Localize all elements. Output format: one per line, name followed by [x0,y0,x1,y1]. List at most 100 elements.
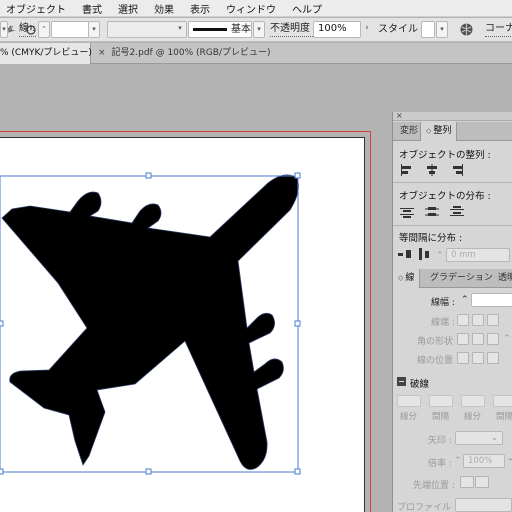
tab-align[interactable]: ◇ 整列 [420,122,458,141]
style-dropdown[interactable]: ▾ [436,21,448,38]
tab-active-label: % (CMYK/プレビュー) [0,48,92,58]
align-objects-title: オブジェクトの整列 : [399,150,491,161]
scale-label: 倍率 : [428,459,452,469]
brush-line [193,28,227,31]
chevron-icon: ◇ [426,127,432,135]
airplane-icon[interactable] [1,174,299,470]
stroke-weight-dropdown[interactable]: ▾ [88,21,100,38]
align-stroke-label: 線の位置 : [417,356,459,366]
align-center-icon[interactable] [425,164,439,176]
tab-transparency[interactable]: 透明 [493,269,512,288]
brush-label: 基本 [231,24,251,35]
close-icon[interactable]: × [396,111,403,120]
distribute-vertical-space-icon[interactable] [398,248,412,260]
canvas-area[interactable] [0,65,392,512]
tab-transform[interactable]: 変形 [395,122,423,141]
menu-window[interactable]: ウィンドウ [218,1,284,16]
tab-active-document[interactable]: % (CMYK/プレビュー) [0,43,92,64]
style-swatch[interactable] [421,21,435,38]
tab-document-2[interactable]: × 記号2.pdf @ 100% (RGB/プレビュー) [92,43,277,64]
dash-1-label: 線分 [400,412,418,422]
opacity-arrow[interactable]: › [361,21,373,38]
dashed-checkbox[interactable] [397,377,406,386]
selection-overlay[interactable] [0,65,392,512]
spacing-stepper[interactable]: ⌃ [436,251,444,261]
scale-stepper[interactable]: ⌃ [454,456,462,466]
spacing-field[interactable]: 0 mm [446,248,510,262]
cap-square-button[interactable] [487,314,499,326]
stroke-gradient-tabs: ◇ 線 グラデーション 透明 [393,269,512,288]
corner-bevel-button[interactable] [487,333,499,345]
tab-align-label: 整列 [433,126,452,136]
tab-document-2-label: 記号2.pdf @ 100% (RGB/プレビュー) [111,48,271,58]
weight-field[interactable] [471,293,512,307]
tab-stroke-label: 線 [405,273,415,283]
align-left-icon[interactable] [400,164,414,176]
brush-dropdown[interactable]: ▾ [253,21,265,38]
scale-field[interactable]: 100% [463,454,505,468]
menu-help[interactable]: ヘルプ [284,1,330,16]
align-stroke-inside-button[interactable] [472,352,484,364]
menu-object[interactable]: オブジェクト [0,1,74,16]
control-bar: ▾ 線 : 線 : ⌃ ▾ ▾ 基本 ▾ 不透明度 : 100% › スタイル … [0,18,512,42]
opacity-label[interactable]: 不透明度 : [270,22,317,37]
transform-align-tabs: 変形 ◇ 整列 [393,122,512,141]
distribute-bottom-icon[interactable] [450,206,464,218]
menu-effect[interactable]: 効果 [146,1,182,16]
distribute-horizontal-space-icon[interactable] [418,248,432,260]
align-stroke-outside-button[interactable] [487,352,499,364]
spacing-value: 0 mm [451,250,476,260]
cap-label: 線端 : [431,318,455,328]
profile-select[interactable] [455,498,512,512]
chevron-down-icon: ⌄ [490,433,498,443]
corner-miter-button[interactable] [457,333,469,345]
gap-2-label: 間隔 [496,412,512,422]
fill-arrow[interactable]: ▾ [0,21,8,38]
menu-type[interactable]: 書式 [74,1,110,16]
gap-2-field[interactable] [493,395,512,407]
align-right-icon[interactable] [450,164,464,176]
arrow-tip-beyond-button[interactable] [460,476,474,488]
cap-round-button[interactable] [472,314,484,326]
divider [393,225,512,226]
stroke-weight-field[interactable] [51,21,89,38]
divider [393,182,512,183]
menu-select[interactable]: 選択 [110,1,146,16]
opacity-field[interactable]: 100% [313,21,361,38]
arrow-position-label: 先端位置 : [413,481,455,491]
chevron-icon: ◇ [398,274,404,282]
arrow-tip-at-end-button[interactable] [475,476,489,488]
corner-round-button[interactable] [472,333,484,345]
distribute-top-icon[interactable] [400,206,414,218]
miter-limit-label: ⌃ [503,334,511,344]
style-label: スタイル : [378,24,425,35]
arrow-start-select[interactable]: ⌄ [455,431,503,445]
dash-1-field[interactable] [397,395,421,407]
document-tab-bar: % (CMYK/プレビュー) × 記号2.pdf @ 100% (RGB/プレビュ… [0,43,512,64]
tab-gradient[interactable]: グラデーション [425,269,498,288]
close-icon[interactable]: × [98,48,106,58]
align-stroke-center-button[interactable] [457,352,469,364]
weight-label: 線幅 : [431,298,455,308]
cap-butt-button[interactable] [457,314,469,326]
distribute-middle-icon[interactable] [425,206,439,218]
dashed-label: 破線 [410,379,430,390]
stroke-stepper[interactable]: ⌃ [38,21,50,38]
opacity-value: 100% [318,23,347,34]
link-scale-icon[interactable]: ⌁ [508,455,512,465]
distribute-spacing-title: 等間隔に分布 : [399,233,463,244]
weight-stepper[interactable]: ⌃ [461,295,469,305]
stroke-label-link[interactable]: 線 : [19,22,36,37]
tab-stroke[interactable]: ◇ 線 [393,269,421,288]
menu-view[interactable]: 表示 [182,1,218,16]
properties-panel: × 変形 ◇ 整列 オブジェクトの整列 : オブジェクトの分布 : 等間隔に分布 … [392,111,512,512]
gap-1-field[interactable] [429,395,453,407]
globe-icon[interactable] [459,22,474,37]
menu-bar: オブジェクト 書式 選択 効果 表示 ウィンドウ ヘルプ [0,0,512,17]
distribute-objects-title: オブジェクトの分布 : [399,191,491,202]
corner-label: 角の形状 : [417,337,459,347]
corner-label[interactable]: コーナ [485,22,512,37]
panel-title-strip: × [393,111,512,121]
dash-2-field[interactable] [461,395,485,407]
variable-width-dropdown[interactable]: ▾ [174,21,186,38]
